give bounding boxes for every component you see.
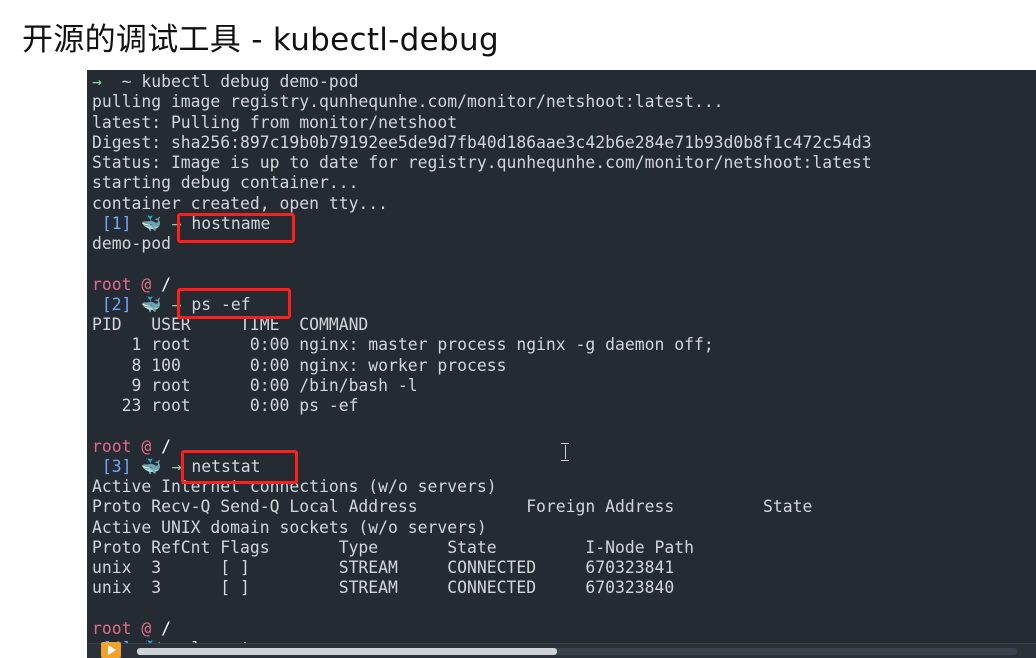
terminal-text: root	[92, 436, 132, 456]
highlight-box-hostname	[177, 213, 295, 243]
terminal-text: /	[161, 274, 171, 294]
terminal-text: unix 3 [ ] STREAM CONNECTED 670323841	[92, 558, 675, 577]
docker-whale-icon: 🐳	[141, 213, 162, 233]
terminal-text: Status: Image is up to date for registry…	[92, 153, 872, 172]
terminal-line: Proto RefCnt Flags Type State I-Node Pat…	[92, 538, 1036, 558]
terminal-text: 8 100 0:00 nginx: worker process	[92, 355, 507, 375]
terminal-line: Active UNIX domain sockets (w/o servers)	[92, 518, 1036, 538]
terminal-text: pulling image registry.qunhequnhe.com/mo…	[92, 92, 724, 112]
terminal-text: 1 root 0:00 nginx: master process nginx …	[92, 335, 714, 355]
terminal-line: starting debug container...	[92, 173, 1036, 193]
highlight-box-ps-ef	[177, 288, 291, 319]
terminal-text: starting debug container...	[92, 173, 359, 193]
terminal-text: Active UNIX domain sockets (w/o servers)	[92, 517, 487, 537]
terminal-line: unix 3 [ ] STREAM CONNECTED 670323841	[92, 558, 1036, 578]
docker-whale-icon: 🐳	[141, 294, 162, 314]
play-icon[interactable]	[101, 642, 121, 658]
terminal-line: Digest: sha256:897c19b0b79192ee5de9d7fb4…	[92, 133, 1036, 153]
terminal-status-bar	[87, 642, 1036, 658]
terminal-text: 23 root 0:00 ps -ef	[92, 396, 359, 415]
terminal-text: demo-pod	[92, 234, 171, 253]
terminal-text: 9 root 0:00 /bin/bash -l	[92, 375, 418, 395]
terminal-text: container created, open tty...	[92, 193, 389, 213]
terminal-text: @	[131, 274, 162, 294]
terminal-line: → ~ kubectl debug demo-pod	[92, 72, 1036, 92]
terminal-line: root @ /	[92, 619, 1036, 639]
terminal-text: ~ kubectl debug demo-pod	[111, 72, 359, 91]
terminal-line: unix 3 [ ] STREAM CONNECTED 670323840	[92, 578, 1036, 598]
terminal-text: root	[92, 274, 132, 294]
terminal-text: @	[131, 618, 162, 638]
terminal-line: Proto Recv-Q Send-Q Local Address Foreig…	[92, 497, 1036, 517]
terminal-text: /	[161, 436, 171, 456]
terminal-line: 8 100 0:00 nginx: worker process	[92, 356, 1036, 376]
terminal-line: 1 root 0:00 nginx: master process nginx …	[92, 335, 1036, 355]
terminal-window[interactable]: → ~ kubectl debug demo-pod pulling image …	[87, 70, 1036, 658]
terminal-text: @	[131, 436, 162, 456]
terminal-text: Digest: sha256:897c19b0b79192ee5de9d7fb4…	[92, 132, 872, 152]
terminal-line: pulling image registry.qunhequnhe.com/mo…	[92, 92, 1036, 112]
highlight-box-netstat	[181, 450, 298, 484]
terminal-line: Status: Image is up to date for registry…	[92, 153, 1036, 173]
terminal-text: root	[92, 618, 132, 638]
terminal-line: 23 root 0:00 ps -ef	[92, 396, 1036, 416]
terminal-text: →	[92, 72, 112, 91]
horizontal-scrollbar[interactable]	[137, 648, 1017, 655]
text-cursor-icon	[561, 443, 569, 461]
terminal-text: Proto Recv-Q Send-Q Local Address Foreig…	[92, 497, 813, 517]
docker-whale-icon: 🐳	[141, 456, 162, 476]
terminal-line: latest: Pulling from monitor/netshoot	[92, 113, 1036, 133]
terminal-text: [2]	[92, 294, 142, 314]
terminal-text: [3]	[92, 456, 142, 476]
terminal-text: /	[161, 618, 171, 638]
terminal-text: unix 3 [ ] STREAM CONNECTED 670323840	[92, 578, 675, 598]
terminal-text: latest: Pulling from monitor/netshoot	[92, 112, 458, 132]
terminal-line: 9 root 0:00 /bin/bash -l	[92, 376, 1036, 396]
terminal-line: container created, open tty...	[92, 194, 1036, 214]
terminal-output: → ~ kubectl debug demo-pod pulling image …	[92, 72, 1036, 658]
slide-title: 开源的调试工具 - kubectl-debug	[22, 22, 499, 58]
terminal-text: [1]	[92, 213, 142, 233]
scrollbar-thumb[interactable]	[137, 648, 557, 655]
terminal-text: Proto RefCnt Flags Type State I-Node Pat…	[92, 537, 694, 557]
